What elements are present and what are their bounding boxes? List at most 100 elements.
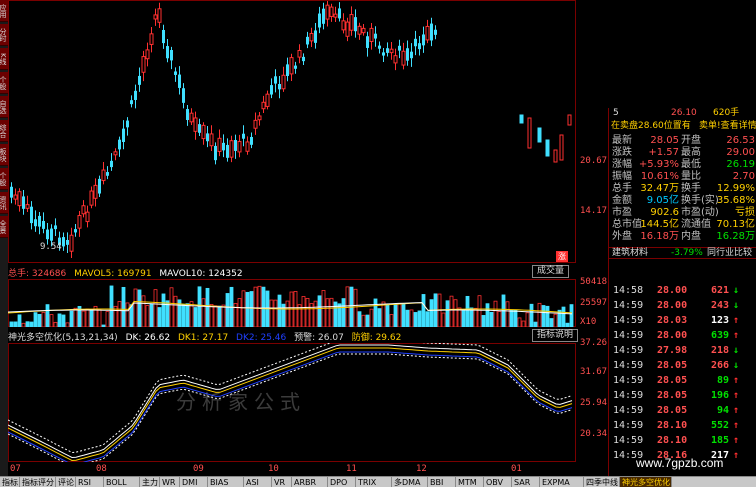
candle bbox=[193, 117, 198, 132]
quote-row: 振幅 10.61% 量比 2.70 bbox=[609, 171, 756, 182]
left-tab[interactable]: 自选 bbox=[0, 96, 8, 118]
sector-row[interactable]: 建筑材料 -3.79% 同行业比较 bbox=[609, 247, 756, 259]
bottom-tab[interactable]: 四季中线 bbox=[584, 477, 620, 487]
volume-bar bbox=[445, 300, 450, 327]
candle bbox=[393, 55, 398, 64]
quote-value: 2.70 bbox=[732, 171, 755, 182]
left-tab[interactable]: 个股 bbox=[0, 168, 8, 190]
left-tab[interactable]: 个股 bbox=[0, 72, 8, 94]
left-tab[interactable]: 资讯 bbox=[0, 192, 8, 214]
bottom-tab[interactable]: ARBR bbox=[292, 477, 328, 487]
candle bbox=[369, 27, 374, 43]
candle bbox=[42, 220, 45, 229]
tick-row: 14:59 28.10 185 ↑ bbox=[609, 434, 756, 447]
bottom-tab[interactable]: WR bbox=[160, 477, 180, 487]
left-tab[interactable]: 应用 bbox=[0, 0, 8, 22]
candle bbox=[374, 33, 377, 39]
volume-bar bbox=[109, 285, 114, 327]
volume-bar bbox=[397, 303, 402, 327]
bottom-tab[interactable]: SAR bbox=[512, 477, 540, 487]
bottom-tab[interactable]: 评论 bbox=[56, 477, 76, 487]
bottom-tab[interactable]: BOLL bbox=[104, 477, 140, 487]
volume-bar bbox=[457, 307, 462, 327]
indicator-dk: DK: 26.62 bbox=[125, 333, 171, 343]
bottom-tab[interactable]: 主力 bbox=[140, 477, 160, 487]
volume-bar bbox=[273, 299, 278, 327]
candle bbox=[106, 172, 109, 176]
big-order-alert[interactable]: 在卖盘28.60位置有 卖单!查看详情 bbox=[609, 120, 756, 132]
volume-bar bbox=[461, 310, 466, 327]
bottom-tab[interactable]: DPO bbox=[328, 477, 356, 487]
candle bbox=[265, 93, 270, 107]
order-book-tail: 5 26.10 620手 bbox=[613, 108, 740, 118]
candle bbox=[126, 120, 129, 128]
x-axis-month: 08 bbox=[96, 464, 107, 474]
bottom-tab[interactable]: DMI bbox=[180, 477, 208, 487]
bottom-tab[interactable]: TRIX bbox=[356, 477, 392, 487]
candle bbox=[318, 13, 321, 28]
volume-bar bbox=[425, 311, 430, 327]
candle bbox=[217, 137, 222, 152]
bottom-tab[interactable]: RSI bbox=[76, 477, 104, 487]
candle bbox=[138, 75, 141, 85]
bottom-tab[interactable]: EXPMA bbox=[540, 477, 584, 487]
left-tab[interactable]: 分时 bbox=[0, 24, 8, 46]
candle bbox=[162, 29, 165, 44]
candle bbox=[93, 184, 98, 199]
sector-compare-link[interactable]: 同行业比较 bbox=[707, 248, 752, 259]
quote-value: 16.28万 bbox=[716, 231, 755, 242]
volume-bar bbox=[237, 298, 242, 327]
volume-bar bbox=[185, 303, 190, 327]
bottom-tab[interactable]: OBV bbox=[484, 477, 512, 487]
candle bbox=[166, 46, 169, 59]
arrow-up-icon: ↑ bbox=[733, 405, 740, 416]
left-tab[interactable]: K线 bbox=[0, 48, 8, 70]
volume-bar bbox=[513, 309, 518, 327]
bottom-tab[interactable]: 神光多空优化 bbox=[620, 477, 672, 487]
quote-value: 29.00 bbox=[726, 147, 755, 158]
tick-volume: 243 bbox=[710, 300, 729, 311]
volume-bar bbox=[13, 321, 18, 327]
quote-label: 量比 bbox=[681, 171, 701, 182]
candle bbox=[345, 21, 350, 37]
tick-row: 14:59 28.03 123 ↑ bbox=[609, 314, 756, 327]
bottom-tab[interactable]: 指标评分 bbox=[20, 477, 56, 487]
candle bbox=[389, 48, 394, 54]
tick-price: 28.05 bbox=[657, 360, 688, 371]
bottom-tab[interactable]: 多DMA bbox=[392, 477, 428, 487]
left-tab[interactable]: 全景 bbox=[0, 216, 8, 238]
candle bbox=[206, 133, 209, 142]
bottom-tab[interactable]: BBI bbox=[428, 477, 456, 487]
candle bbox=[398, 45, 401, 51]
volume-bar bbox=[125, 302, 130, 327]
volume-bar bbox=[429, 299, 434, 327]
tick-volume: 123 bbox=[710, 315, 729, 326]
x-axis-month: 10 bbox=[268, 464, 279, 474]
candle bbox=[278, 83, 281, 90]
quote-row: 涨幅 +5.93% 最低 26.19 bbox=[609, 159, 756, 170]
quote-row: 涨跌 +1.57 最高 29.00 bbox=[609, 147, 756, 158]
candle bbox=[242, 133, 245, 139]
bottom-tab[interactable]: VR bbox=[272, 477, 292, 487]
volume-bar bbox=[477, 295, 482, 327]
tick-time: 14:59 bbox=[613, 420, 644, 431]
candle bbox=[34, 219, 37, 227]
candle bbox=[545, 139, 550, 157]
bottom-tab[interactable]: BIAS bbox=[208, 477, 244, 487]
bottom-tab[interactable]: MTM bbox=[456, 477, 484, 487]
left-tab[interactable]: 板块 bbox=[0, 144, 8, 166]
indicator-axis-label: 20.34 bbox=[580, 429, 608, 439]
tick-price: 27.98 bbox=[657, 345, 688, 356]
left-tab[interactable]: 综合 bbox=[0, 120, 8, 142]
candle bbox=[237, 141, 242, 153]
indicator-axis-label: 31.67 bbox=[580, 367, 608, 377]
bottom-tab[interactable]: 指标 bbox=[0, 477, 20, 487]
volume-bar bbox=[497, 311, 502, 327]
volume-bar bbox=[169, 287, 174, 327]
arrow-up-icon: ↑ bbox=[733, 375, 740, 386]
bottom-tab[interactable]: ASI bbox=[244, 477, 272, 487]
quote-value: 28.05 bbox=[650, 135, 679, 146]
candle bbox=[422, 34, 425, 46]
indicator-help-button[interactable]: 指标说明 bbox=[532, 329, 579, 342]
volume-indicator-selector[interactable]: 成交量 bbox=[532, 265, 570, 278]
